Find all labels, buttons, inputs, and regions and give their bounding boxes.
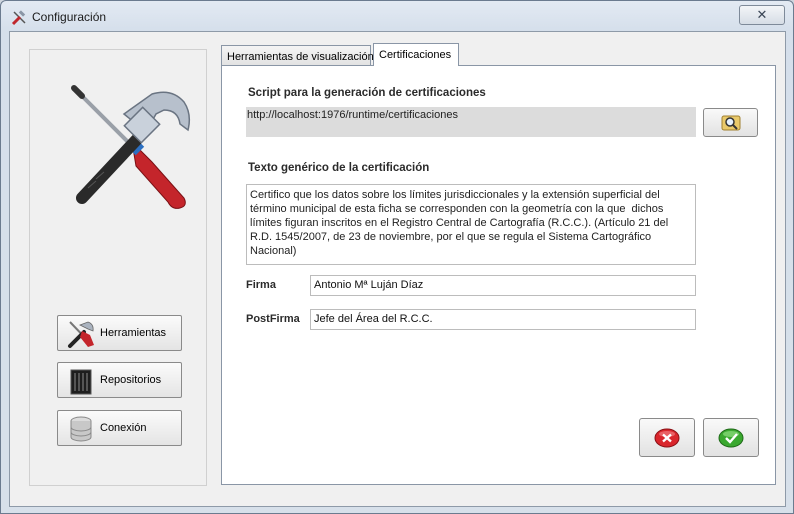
herramientas-button[interactable]: Herramientas xyxy=(57,315,182,351)
accept-button[interactable] xyxy=(703,418,759,457)
script-label: Script para la generación de certificaci… xyxy=(248,87,486,99)
hammer-screwdriver-icon xyxy=(71,85,191,209)
close-button[interactable]: ✕ xyxy=(739,5,785,25)
search-icon xyxy=(721,115,741,131)
title-bar[interactable]: Configuración ✕ xyxy=(1,1,793,31)
dialog-body: Herramientas Repositorios Conexión Herra… xyxy=(9,31,786,507)
tools-icon xyxy=(11,10,26,26)
tab-certificaciones[interactable]: Certificaciones xyxy=(373,43,459,66)
window-title: Configuración xyxy=(32,10,107,24)
cancel-icon xyxy=(654,428,680,448)
close-icon: ✕ xyxy=(756,7,768,22)
postfirma-input[interactable]: Jefe del Área del R.C.C. xyxy=(310,309,696,330)
script-url-field[interactable]: http://localhost:1976/runtime/certificac… xyxy=(246,107,696,137)
database-icon xyxy=(70,416,92,442)
firma-input[interactable]: Antonio Mª Luján Díaz xyxy=(310,275,696,296)
firma-label: Firma xyxy=(246,279,276,291)
postfirma-label: PostFirma xyxy=(246,313,300,325)
left-panel: Herramientas Repositorios Conexión xyxy=(29,49,207,486)
tools-icon xyxy=(68,321,94,348)
tab-label: Herramientas de visualización xyxy=(227,51,374,63)
tab-label: Certificaciones xyxy=(379,49,452,61)
tab-herramientas-visualizacion[interactable]: Herramientas de visualización xyxy=(221,45,374,66)
conexion-label: Conexión xyxy=(100,422,147,434)
herramientas-label: Herramientas xyxy=(100,327,167,339)
cancel-button[interactable] xyxy=(639,418,695,457)
browse-button[interactable] xyxy=(703,108,758,137)
checkmark-icon xyxy=(718,428,744,448)
repositorios-label: Repositorios xyxy=(100,374,162,386)
repositorios-button[interactable]: Repositorios xyxy=(57,362,182,398)
conexion-button[interactable]: Conexión xyxy=(57,410,182,446)
server-icon xyxy=(70,369,92,395)
certificaciones-panel: Script para la generación de certificaci… xyxy=(221,65,776,485)
certification-text-area[interactable]: Certifico que los datos sobre los límite… xyxy=(246,184,696,265)
configuration-window: Configuración ✕ Herramientas Repositorio… xyxy=(0,0,794,514)
texto-label: Texto genérico de la certificación xyxy=(248,162,430,174)
